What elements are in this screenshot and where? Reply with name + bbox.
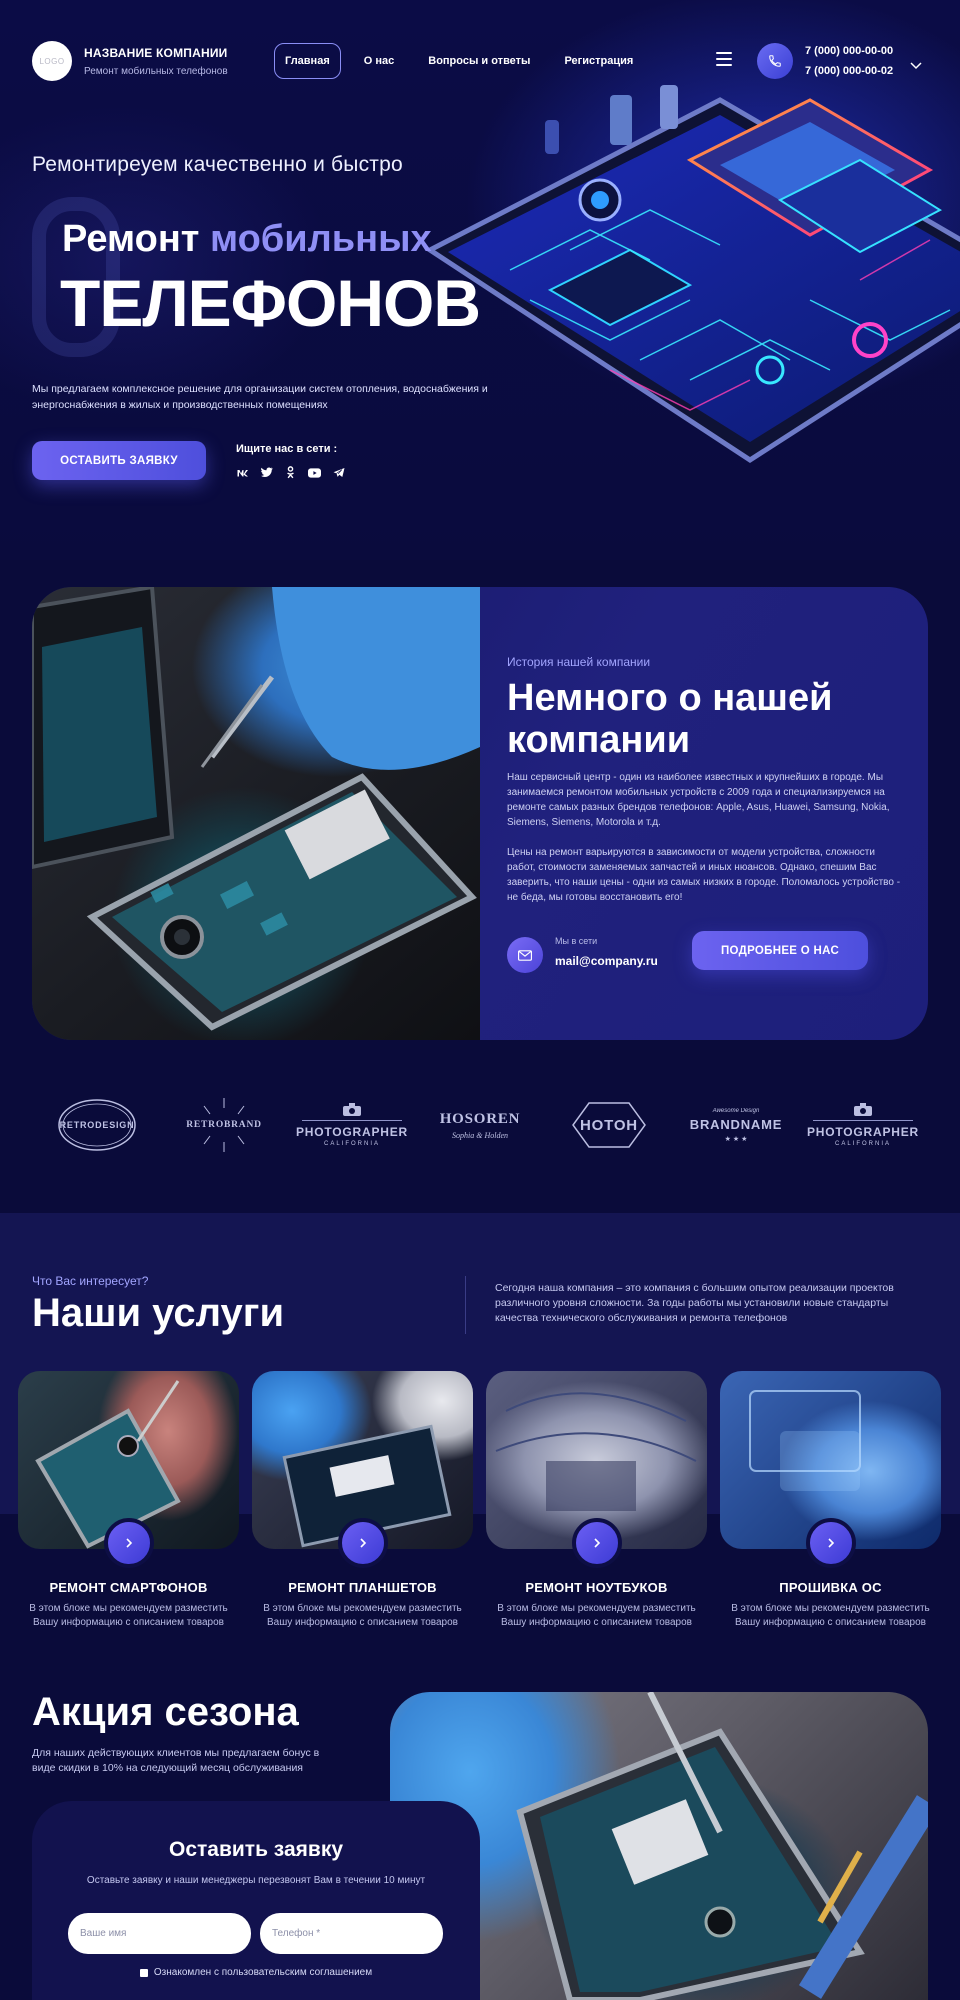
- brand-logo: Awesome Design BRANDNAME ★ ★ ★: [689, 1107, 783, 1143]
- hero-description: Мы предлагаем комплексное решение для ор…: [32, 383, 488, 411]
- menu-icon[interactable]: [716, 52, 732, 66]
- service-card[interactable]: РЕМОНТ СМАРТФОНОВ В этом блоке мы рекоме…: [18, 1371, 239, 1628]
- about-title: Немного о нашей компании: [507, 677, 833, 761]
- twitter-icon[interactable]: [260, 466, 273, 479]
- promo-title: Акция сезона: [32, 1690, 299, 1734]
- brand-logo: RETRODESIGN: [50, 1085, 144, 1165]
- service-title: РЕМОНТ ПЛАНШЕТОВ: [288, 1580, 437, 1595]
- logo[interactable]: LOGO: [32, 41, 72, 81]
- odnoklassniki-icon[interactable]: [284, 466, 297, 479]
- hero-title-line1: Ремонт мобильных: [62, 218, 432, 260]
- nav-item-home[interactable]: Главная: [274, 43, 341, 79]
- mail-link[interactable]: mail@company.ru: [555, 954, 658, 968]
- service-text: В этом блоке мы рекомендуем разместить В…: [731, 1603, 930, 1628]
- service-text: В этом блоке мы рекомендуем разместить В…: [497, 1603, 696, 1628]
- service-card[interactable]: РЕМОНТ ПЛАНШЕТОВ В этом блоке мы рекомен…: [252, 1371, 473, 1628]
- service-title: РЕМОНТ СМАРТФОНОВ: [49, 1580, 208, 1595]
- page: LOGO НАЗВАНИЕ КОМПАНИИ Ремонт мобильных …: [0, 0, 960, 2000]
- services-title: Наши услуги: [32, 1291, 285, 1335]
- social-links: [236, 466, 345, 479]
- site-header: LOGO НАЗВАНИЕ КОМПАНИИ Ремонт мобильных …: [0, 0, 960, 120]
- brand-logo: PHOTOGRAPHER CALIFORNIA: [804, 1085, 922, 1165]
- arrow-right-icon[interactable]: [572, 1518, 622, 1568]
- hero-section: LOGO НАЗВАНИЕ КОМПАНИИ Ремонт мобильных …: [0, 0, 960, 560]
- phone-button[interactable]: [757, 43, 793, 79]
- phone-input[interactable]: [260, 1913, 443, 1954]
- form-title: Оставить заявку: [168, 1838, 344, 1861]
- about-paragraph-1: Наш сервисный центр - один из наиболее и…: [507, 772, 890, 828]
- service-card[interactable]: ПРОШИВКА ОС В этом блоке мы рекомендуем …: [720, 1371, 941, 1628]
- nav-item-about[interactable]: О нас: [353, 43, 406, 79]
- about-section: История нашей компании Немного о нашей к…: [32, 587, 928, 1040]
- request-form: Оставить заявку Оставьте заявку и наши м…: [32, 1801, 480, 2000]
- form-subtitle: Оставьте заявку и наши менеджеры перезво…: [86, 1875, 426, 1886]
- chevron-down-icon[interactable]: [910, 62, 922, 70]
- main-nav: Главная О нас Вопросы и ответы Регистрац…: [274, 43, 644, 79]
- brand-logo: RETROBRAND: [178, 1085, 270, 1165]
- social-title: Ищите нас в сети :: [236, 443, 338, 455]
- name-input[interactable]: [68, 1913, 251, 1954]
- hero-title-line2: ТЕЛЕФОНОВ: [60, 266, 481, 340]
- brand-logo: HOSOREN Sophia & Holden: [439, 1110, 521, 1140]
- about-paragraph-2: Цены на ремонт варьируются в зависимости…: [507, 847, 901, 903]
- camera-icon: [343, 1103, 361, 1116]
- agreement-label: Ознакомлен с пользовательским соглашение…: [153, 1967, 373, 1978]
- nav-item-faq[interactable]: Вопросы и ответы: [417, 43, 541, 79]
- phone-number-secondary[interactable]: 7 (000) 000-00-02: [805, 65, 893, 77]
- youtube-icon[interactable]: [308, 466, 321, 479]
- promo-description: Для наших действующих клиентов мы предла…: [32, 1747, 320, 1774]
- nav-item-register[interactable]: Регистрация: [553, 43, 644, 79]
- mail-label: Мы в сети: [555, 936, 598, 946]
- vk-icon[interactable]: [236, 466, 249, 479]
- camera-icon: [854, 1103, 872, 1116]
- repair-photo: [32, 587, 480, 1040]
- brand-logo: HOTOH: [566, 1085, 652, 1165]
- service-title: ПРОШИВКА ОС: [779, 1580, 882, 1595]
- checkbox-icon[interactable]: [139, 1968, 148, 1977]
- service-text: В этом блоке мы рекомендуем разместить В…: [263, 1603, 462, 1628]
- agreement-checkbox[interactable]: Ознакомлен с пользовательским соглашение…: [32, 1967, 480, 1978]
- phone-icon: [769, 55, 781, 67]
- arrow-right-icon[interactable]: [338, 1518, 388, 1568]
- services-label: Что Вас интересует?: [32, 1274, 149, 1288]
- services-description: Сегодня наша компания – это компания с б…: [495, 1282, 894, 1324]
- company-name: НАЗВАНИЕ КОМПАНИИ: [84, 46, 228, 60]
- divider: [465, 1276, 466, 1334]
- partner-logos: RETRODESIGN RETROBRAND PHOTOGRAPHER CALI…: [0, 1085, 960, 1165]
- service-card[interactable]: РЕМОНТ НОУТБУКОВ В этом блоке мы рекомен…: [486, 1371, 707, 1628]
- phone-repair-illustration: [32, 587, 480, 1031]
- arrow-right-icon[interactable]: [806, 1518, 856, 1568]
- hero-tagline: Ремонтиреуем качественно и быстро: [32, 153, 403, 176]
- arrow-right-icon[interactable]: [104, 1518, 154, 1568]
- about-label: История нашей компании: [507, 655, 651, 669]
- submit-request-button[interactable]: ОСТАВИТЬ ЗАЯВКУ: [32, 441, 206, 480]
- more-about-button[interactable]: ПОДРОБНЕЕ О НАС: [692, 931, 868, 970]
- telegram-icon[interactable]: [332, 466, 345, 479]
- mail-icon: [507, 937, 543, 973]
- service-text: В этом блоке мы рекомендуем разместить В…: [29, 1603, 228, 1628]
- phone-number-primary[interactable]: 7 (000) 000-00-00: [805, 45, 893, 57]
- company-subtitle: Ремонт мобильных телефонов: [84, 66, 228, 77]
- brand-logo: PHOTOGRAPHER CALIFORNIA: [293, 1085, 411, 1165]
- service-title: РЕМОНТ НОУТБУКОВ: [525, 1580, 668, 1595]
